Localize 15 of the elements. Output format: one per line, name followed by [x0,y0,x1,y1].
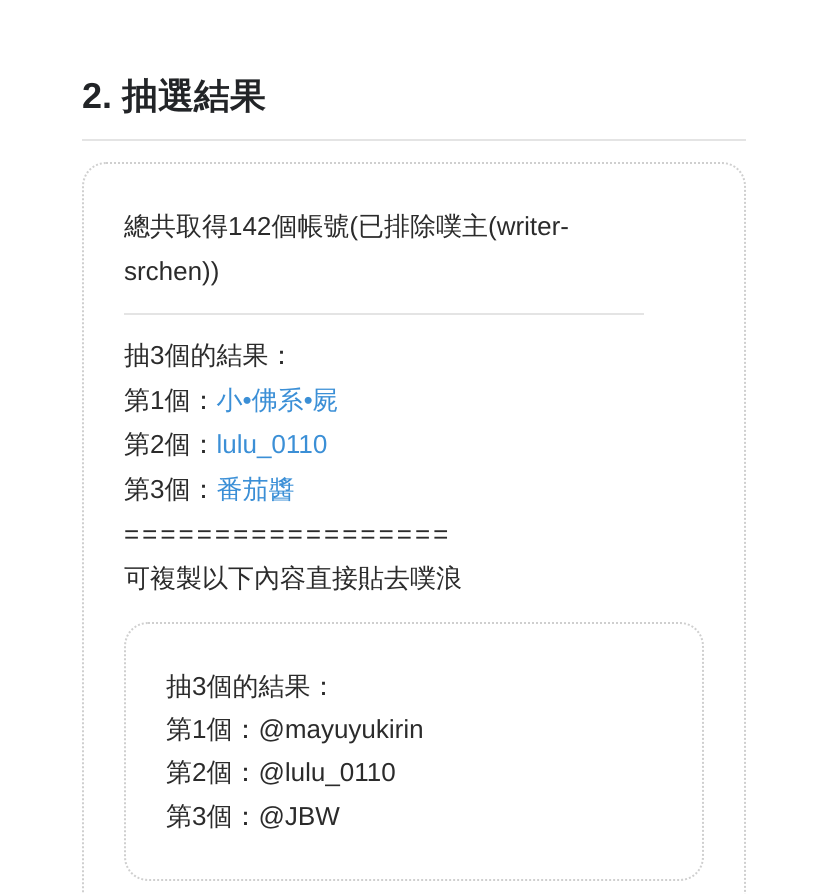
summary-text: 總共取得142個帳號(已排除噗主(writer-srchen)) [124,204,644,316]
winner-link[interactable]: 番茄醬 [216,466,294,512]
copy-line: 抽3個的結果： [166,670,338,703]
copy-hint: 可複製以下內容直接貼去噗浪 [124,562,463,596]
copy-line: 第3個：@JBW [166,800,341,833]
winner-link[interactable]: 小•佛系•屍 [216,378,339,422]
winner-label: 第3個： [124,472,216,506]
copy-line: 第1個：@mayuyukirin [166,713,425,746]
winner-link[interactable]: lulu_0110 [216,422,328,467]
separator-text: ================== [124,518,452,551]
copy-line: 第2個：@lulu_0110 [166,756,397,790]
winner-label: 第1個： [124,384,216,417]
section-heading: 2. 抽選結果 [82,74,746,141]
winner-label: 第2個： [124,428,216,462]
draw-title: 抽3個的結果： [124,339,296,372]
